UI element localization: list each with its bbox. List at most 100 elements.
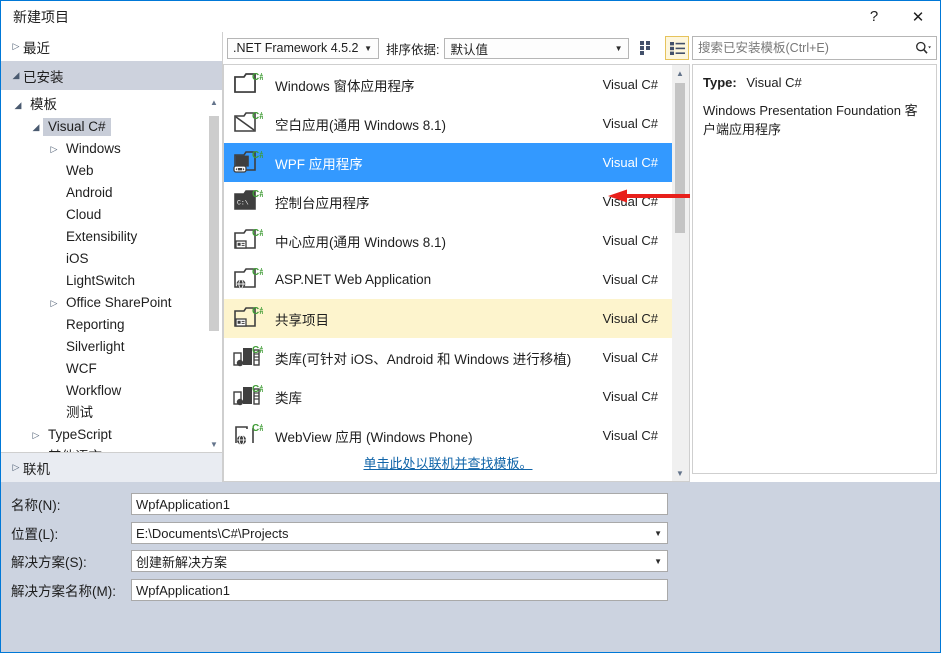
tree-item[interactable]: Windows	[1, 138, 205, 160]
tree-item-label: Workflow	[66, 383, 122, 398]
template-name: ASP.NET Web Application	[275, 272, 432, 287]
form-field-combo[interactable]: E:\Documents\C#\Projects ▼	[131, 522, 668, 544]
tree-item[interactable]: iOS	[1, 248, 205, 270]
chevron-right-icon[interactable]	[29, 430, 43, 441]
blank-app-icon: C#	[234, 111, 265, 132]
details-pane: Type: Visual C# Windows Presentation Fou…	[690, 32, 940, 482]
scroll-down-icon[interactable]: ▼	[206, 436, 222, 452]
new-project-dialog: 新建项目 ? ✕ 最近 已安装 模板 Visual C# Windows Web And…	[0, 0, 941, 653]
template-list-item[interactable]: C:\C# 控制台应用程序 Visual C#	[224, 182, 672, 221]
search-input[interactable]	[693, 40, 910, 56]
tree-item[interactable]: LightSwitch	[1, 270, 205, 292]
template-icon: C#	[233, 344, 265, 372]
tree-item-label: Visual C#	[43, 118, 111, 136]
sort-by-value: 默认值	[450, 42, 488, 57]
small-icons-view-button[interactable]	[635, 36, 659, 60]
shared-project-icon: C#	[234, 306, 265, 327]
project-settings-form: 名称(N): WpfApplication1 位置(L): E:\Documents\…	[1, 482, 940, 652]
template-list-item[interactable]: C# ASP.NET Web Application Visual C#	[224, 260, 672, 299]
tree-item[interactable]: Web	[1, 160, 205, 182]
template-scroll-thumb[interactable]	[675, 83, 685, 233]
template-list-item[interactable]: C# WPF 应用程序 Visual C#	[224, 143, 672, 182]
chevron-right-icon[interactable]	[47, 298, 61, 309]
dialog-body: 最近 已安装 模板 Visual C# Windows Web Android Cloud…	[1, 32, 940, 482]
template-list-item[interactable]: C# WebView 应用 (Windows Phone) Visual C#	[224, 416, 672, 455]
tree-item[interactable]: Cloud	[1, 204, 205, 226]
portable-lib-icon: C#	[233, 345, 265, 366]
chevron-down-icon[interactable]	[11, 100, 25, 111]
console-icon: C:\C#	[234, 189, 265, 210]
scroll-up-icon[interactable]: ▲	[672, 65, 688, 81]
find-online-templates-link[interactable]: 单击此处以联机并查找模板。	[224, 453, 672, 472]
sidebar-item-online[interactable]: 联机	[1, 452, 222, 482]
tree-item[interactable]: Visual C#	[1, 116, 205, 138]
template-language: Visual C#	[602, 194, 658, 209]
tree-item[interactable]: Silverlight	[1, 336, 205, 358]
chevron-down-icon[interactable]	[29, 122, 43, 133]
category-sidebar: 最近 已安装 模板 Visual C# Windows Web Android Cloud…	[1, 32, 223, 482]
close-icon[interactable]: ✕	[896, 1, 940, 32]
template-language: Visual C#	[602, 311, 658, 326]
chevron-down-icon[interactable]: ▼	[654, 557, 667, 566]
svg-text:C#: C#	[252, 72, 263, 83]
tree-item-label: Reporting	[66, 317, 125, 332]
template-list-item[interactable]: C# 类库(可针对 iOS、Android 和 Windows 进行移植) Visu…	[224, 338, 672, 377]
form-field-combo[interactable]: 创建新解决方案 ▼	[131, 550, 668, 572]
tree-item[interactable]: Android	[1, 182, 205, 204]
framework-select-value: .NET Framework 4.5.2	[233, 41, 359, 55]
search-box[interactable]	[692, 36, 937, 60]
search-icon[interactable]	[910, 41, 936, 55]
template-name: WPF 应用程序	[275, 156, 363, 172]
tree-item[interactable]: TypeScript	[1, 424, 205, 446]
category-tree: 模板 Visual C# Windows Web Android Cloud Extensi…	[1, 94, 222, 452]
template-name: WebView 应用 (Windows Phone)	[275, 429, 473, 445]
hub-app-icon: C#	[234, 228, 265, 249]
form-field-value: WpfApplication1	[136, 582, 230, 598]
details-type-label: Type:	[703, 75, 737, 90]
template-scroll-track[interactable]	[672, 81, 688, 465]
templates-toolbar: .NET Framework 4.5.2 ▼ 排序依据: 默认值 ▼	[223, 32, 690, 64]
tree-item[interactable]: WCF	[1, 358, 205, 380]
tree-item[interactable]: 测试	[1, 402, 205, 424]
tree-item[interactable]: Extensibility	[1, 226, 205, 248]
tree-item-label: Office SharePoint	[66, 295, 172, 310]
template-language: Visual C#	[602, 233, 658, 248]
webview-app-icon: C#	[235, 423, 265, 445]
scroll-up-icon[interactable]: ▲	[206, 94, 222, 110]
sidebar-scroll-thumb[interactable]	[209, 116, 219, 331]
template-list-item[interactable]: C# 中心应用(通用 Windows 8.1) Visual C#	[224, 221, 672, 260]
chevron-down-icon[interactable]: ▼	[654, 529, 667, 538]
template-list-scrollbar[interactable]: ▲ ▼	[672, 65, 689, 481]
tree-item[interactable]: 模板	[1, 94, 205, 116]
template-name: 控制台应用程序	[275, 195, 370, 211]
wpf-app-icon: C#	[233, 150, 265, 173]
sidebar-scrollbar[interactable]: ▲ ▼	[205, 94, 222, 452]
details-type-value: Visual C#	[746, 75, 802, 90]
template-language: Visual C#	[602, 155, 658, 170]
sort-by-select[interactable]: 默认值 ▼	[444, 37, 630, 59]
template-list-item[interactable]: C# 类库 Visual C#	[224, 377, 672, 416]
template-list-item[interactable]: C# Windows 窗体应用程序 Visual C#	[224, 65, 672, 104]
svg-text:C#: C#	[252, 267, 263, 278]
chevron-right-icon[interactable]	[47, 144, 61, 155]
sidebar-item-recent[interactable]: 最近	[1, 32, 222, 61]
tree-item[interactable]: Office SharePoint	[1, 292, 205, 314]
template-list-item[interactable]: C# 空白应用(通用 Windows 8.1) Visual C#	[224, 104, 672, 143]
tree-item[interactable]: Workflow	[1, 380, 205, 402]
framework-select[interactable]: .NET Framework 4.5.2 ▼	[227, 37, 379, 59]
form-field-label: 解决方案名称(M):	[11, 584, 116, 599]
form-field-input[interactable]: WpfApplication1	[131, 493, 668, 515]
template-list-item[interactable]: C# 共享项目 Visual C#	[224, 299, 672, 338]
template-icon: C#	[233, 383, 265, 411]
form-field-label: 位置(L):	[11, 527, 59, 542]
list-view-button[interactable]	[665, 36, 690, 60]
form-field-input[interactable]: WpfApplication1	[131, 579, 668, 601]
form-row: 位置(L): E:\Documents\C#\Projects ▼	[11, 522, 668, 544]
tree-item[interactable]: Reporting	[1, 314, 205, 336]
form-field-value: 创建新解决方案	[136, 554, 228, 570]
title-bar-buttons: ? ✕	[852, 1, 940, 32]
help-icon[interactable]: ?	[852, 1, 896, 32]
sidebar-item-installed[interactable]: 已安装	[1, 61, 222, 90]
sidebar-scroll-track[interactable]	[206, 110, 222, 436]
scroll-down-icon[interactable]: ▼	[672, 465, 688, 481]
